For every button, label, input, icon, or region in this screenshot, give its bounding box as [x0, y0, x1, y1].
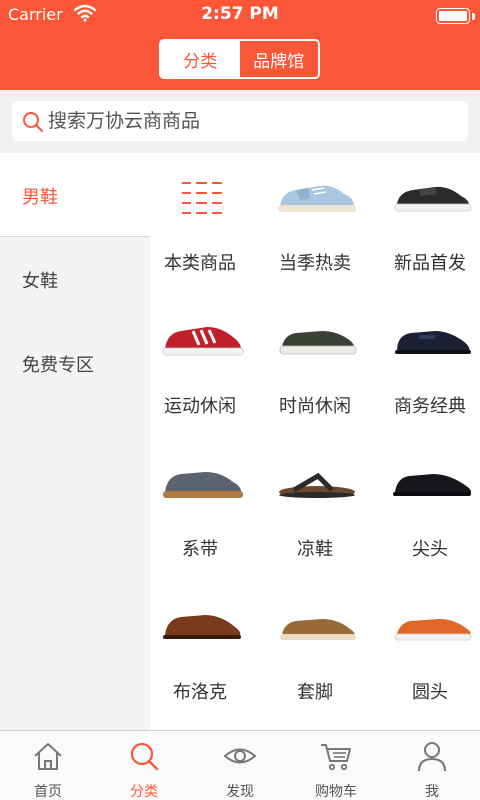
leather-sneaker-image — [394, 186, 472, 212]
tab-label: 分类 — [130, 784, 158, 800]
tab-discover[interactable]: 发现 — [192, 731, 288, 800]
segment-control: 分类 品牌馆 — [159, 39, 320, 79]
grid-item-pointed-toe[interactable]: 尖头 — [380, 439, 480, 582]
status-bar: Carrier 2:57 PM — [0, 0, 480, 30]
flip-flop-image — [279, 472, 355, 498]
grid-item-label: 圆头 — [412, 682, 448, 703]
grid-item-sandals[interactable]: 凉鞋 — [265, 439, 379, 582]
grid-item-label: 系带 — [182, 539, 218, 560]
grid-item-label: 运动休闲 — [164, 396, 236, 417]
grid-item-label: 当季热卖 — [279, 253, 351, 274]
battery-nub — [472, 13, 475, 20]
grid-item-label: 时尚休闲 — [279, 396, 351, 417]
sport-shoe-image — [162, 327, 244, 356]
sidebar-item-label: 男鞋 — [22, 187, 58, 208]
monk-strap-shoe-image — [395, 331, 471, 354]
pointed-shoe-image — [393, 474, 471, 496]
header: Carrier 2:57 PM 分类 品牌馆 — [0, 0, 480, 90]
tab-brand-hall[interactable]: 品牌馆 — [239, 41, 318, 77]
search-icon — [130, 742, 159, 771]
sidebar-item-women-shoes[interactable]: 女鞋 — [0, 237, 150, 321]
round-toe-shoe-image — [394, 619, 472, 641]
tab-home[interactable]: 首页 — [0, 731, 96, 800]
grid-item-sport-casual[interactable]: 运动休闲 — [150, 296, 264, 439]
search-icon — [23, 112, 43, 132]
category-sidebar: 男鞋 女鞋 免费专区 — [0, 153, 150, 730]
grid-item-business-classic[interactable]: 商务经典 — [380, 296, 480, 439]
grid-item-fashion-casual[interactable]: 时尚休闲 — [265, 296, 379, 439]
sidebar-item-label: 女鞋 — [22, 271, 58, 292]
slip-on-shoe-image — [279, 331, 357, 355]
bottom-tab-bar: 首页 分类 发现 购物车 我 — [0, 730, 480, 800]
canvas-sneaker-image — [278, 185, 356, 212]
grid-item-seasonal-hot[interactable]: 当季热卖 — [265, 153, 379, 296]
tab-category[interactable]: 分类 — [96, 731, 192, 800]
grid-item-label: 尖头 — [412, 539, 448, 560]
grid-item-slip-on[interactable]: 套脚 — [265, 582, 379, 725]
battery-icon — [436, 8, 470, 24]
eye-icon — [223, 748, 257, 764]
suede-lace-up-image — [163, 472, 243, 498]
search-input[interactable]: 搜索万协云商商品 — [12, 101, 468, 141]
sidebar-item-free-zone[interactable]: 免费专区 — [0, 321, 150, 405]
grid-item-label: 新品首发 — [394, 253, 466, 274]
clock: 2:57 PM — [201, 4, 279, 24]
list-icon — [182, 182, 222, 214]
search-placeholder: 搜索万协云商商品 — [48, 110, 201, 132]
tab-cart[interactable]: 购物车 — [288, 731, 384, 800]
tab-label: 我 — [425, 784, 439, 800]
tab-me[interactable]: 我 — [384, 731, 480, 800]
home-icon — [34, 743, 62, 770]
brogue-shoe-image — [163, 615, 241, 639]
search-bar: 搜索万协云商商品 — [0, 90, 480, 153]
grid-item-round-toe[interactable]: 圆头 — [380, 582, 480, 725]
sidebar-item-label: 免费专区 — [22, 355, 94, 376]
product-category-grid: 本类商品 当季热卖 新品首发 运动休闲 时尚休闲 商务经典 系带 凉鞋 尖头 布… — [150, 153, 480, 730]
grid-item-brogue[interactable]: 布洛克 — [150, 582, 264, 725]
cart-icon — [321, 744, 351, 771]
grid-item-label: 布洛克 — [173, 682, 227, 703]
grid-item-label: 套脚 — [297, 682, 333, 703]
grid-item-lace-up[interactable]: 系带 — [150, 439, 264, 582]
user-icon — [418, 742, 446, 772]
sidebar-item-men-shoes[interactable]: 男鞋 — [0, 153, 150, 237]
tab-category[interactable]: 分类 — [161, 41, 240, 77]
tab-label: 首页 — [34, 784, 62, 800]
grid-item-label: 商务经典 — [394, 396, 466, 417]
tab-label: 购物车 — [315, 784, 357, 800]
grid-item-all-products[interactable]: 本类商品 — [150, 153, 264, 296]
grid-item-label: 凉鞋 — [297, 539, 333, 560]
tab-label: 发现 — [226, 784, 254, 800]
grid-item-new-arrivals[interactable]: 新品首发 — [380, 153, 480, 296]
grid-item-label: 本类商品 — [164, 253, 236, 274]
loafer-shoe-image — [280, 619, 356, 640]
